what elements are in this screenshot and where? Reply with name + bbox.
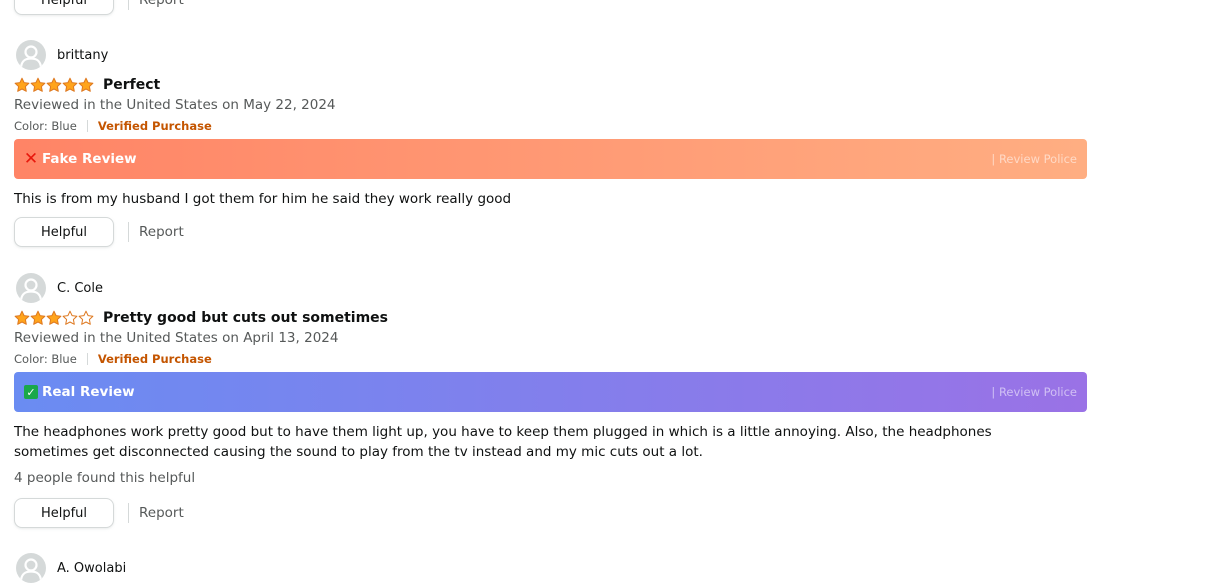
action-divider [128,0,129,10]
star-filled-icon [14,77,30,92]
review-body: This is from my husband I got them for h… [14,191,512,207]
check-box-icon: ✓ [24,385,38,399]
report-link[interactable]: Report [139,0,184,8]
default-avatar-icon [19,45,43,68]
review-meta: Color: Blue Verified Purchase [14,119,212,133]
star-filled-icon [46,310,62,325]
helpful-count: 4 people found this helpful [14,470,196,486]
review-date: Reviewed in the United States on April 1… [14,330,339,346]
verdict-label: Real Review [42,384,135,400]
rating-row: Pretty good but cuts out sometimes [14,308,388,328]
review-police-brand[interactable]: | Review Police [991,152,1077,166]
review-meta: Color: Blue Verified Purchase [14,352,212,366]
review-title[interactable]: Pretty good but cuts out sometimes [103,310,388,326]
verified-purchase-badge: Verified Purchase [97,352,212,366]
star-filled-icon [78,77,94,92]
avatar [16,273,46,303]
review-police-brand[interactable]: | Review Police [991,385,1077,399]
action-divider [128,222,129,242]
x-mark-icon: ✕ [23,148,39,169]
star-filled-icon [30,77,46,92]
default-avatar-icon [19,558,43,581]
meta-divider [86,353,88,365]
rating-row: Perfect [14,75,160,95]
review-card: A. Owolabi [14,551,1087,583]
review-title[interactable]: Perfect [103,77,160,93]
avatar [16,553,46,583]
review-date: Reviewed in the United States on May 22,… [14,97,336,113]
review-card: C. Cole Pretty good but cuts out sometim… [14,271,1087,531]
star-filled-icon [30,310,46,325]
review-body: The headphones work pretty good but to h… [14,424,992,460]
top-review-actions: Helpful Report [14,0,184,15]
variant-label: Color: Blue [14,352,77,366]
variant-label: Color: Blue [14,119,77,133]
reviewer-name: A. Owolabi [57,560,127,576]
reviewer-profile[interactable]: C. Cole [16,273,103,303]
avatar [16,40,46,70]
reviewer-profile[interactable]: brittany [16,40,108,70]
star-filled-icon [62,77,78,92]
helpful-button[interactable]: Helpful [14,0,114,15]
review-card: brittany Perfect Reviewed in the United … [14,38,1087,250]
report-link[interactable]: Report [139,224,184,240]
helpful-button[interactable]: Helpful [14,217,114,247]
star-empty-icon [78,310,94,325]
star-filled-icon [46,77,62,92]
reviewer-name: brittany [57,47,109,63]
reviewer-name: C. Cole [57,280,103,296]
meta-divider [86,120,88,132]
reviewer-profile[interactable]: A. Owolabi [16,553,126,583]
star-rating[interactable] [14,310,94,326]
review-actions: Helpful Report [14,498,184,528]
star-rating[interactable] [14,77,94,93]
action-divider [128,503,129,523]
star-filled-icon [14,310,30,325]
review-verdict-banner: ✓ Real Review | Review Police [14,372,1087,412]
report-link[interactable]: Report [139,505,184,521]
review-actions: Helpful Report [14,217,184,247]
verified-purchase-badge: Verified Purchase [97,119,212,133]
review-verdict-banner: ✕ Fake Review | Review Police [14,139,1087,179]
verdict-label: Fake Review [42,151,137,167]
star-empty-icon [62,310,78,325]
helpful-button[interactable]: Helpful [14,498,114,528]
default-avatar-icon [19,278,43,301]
